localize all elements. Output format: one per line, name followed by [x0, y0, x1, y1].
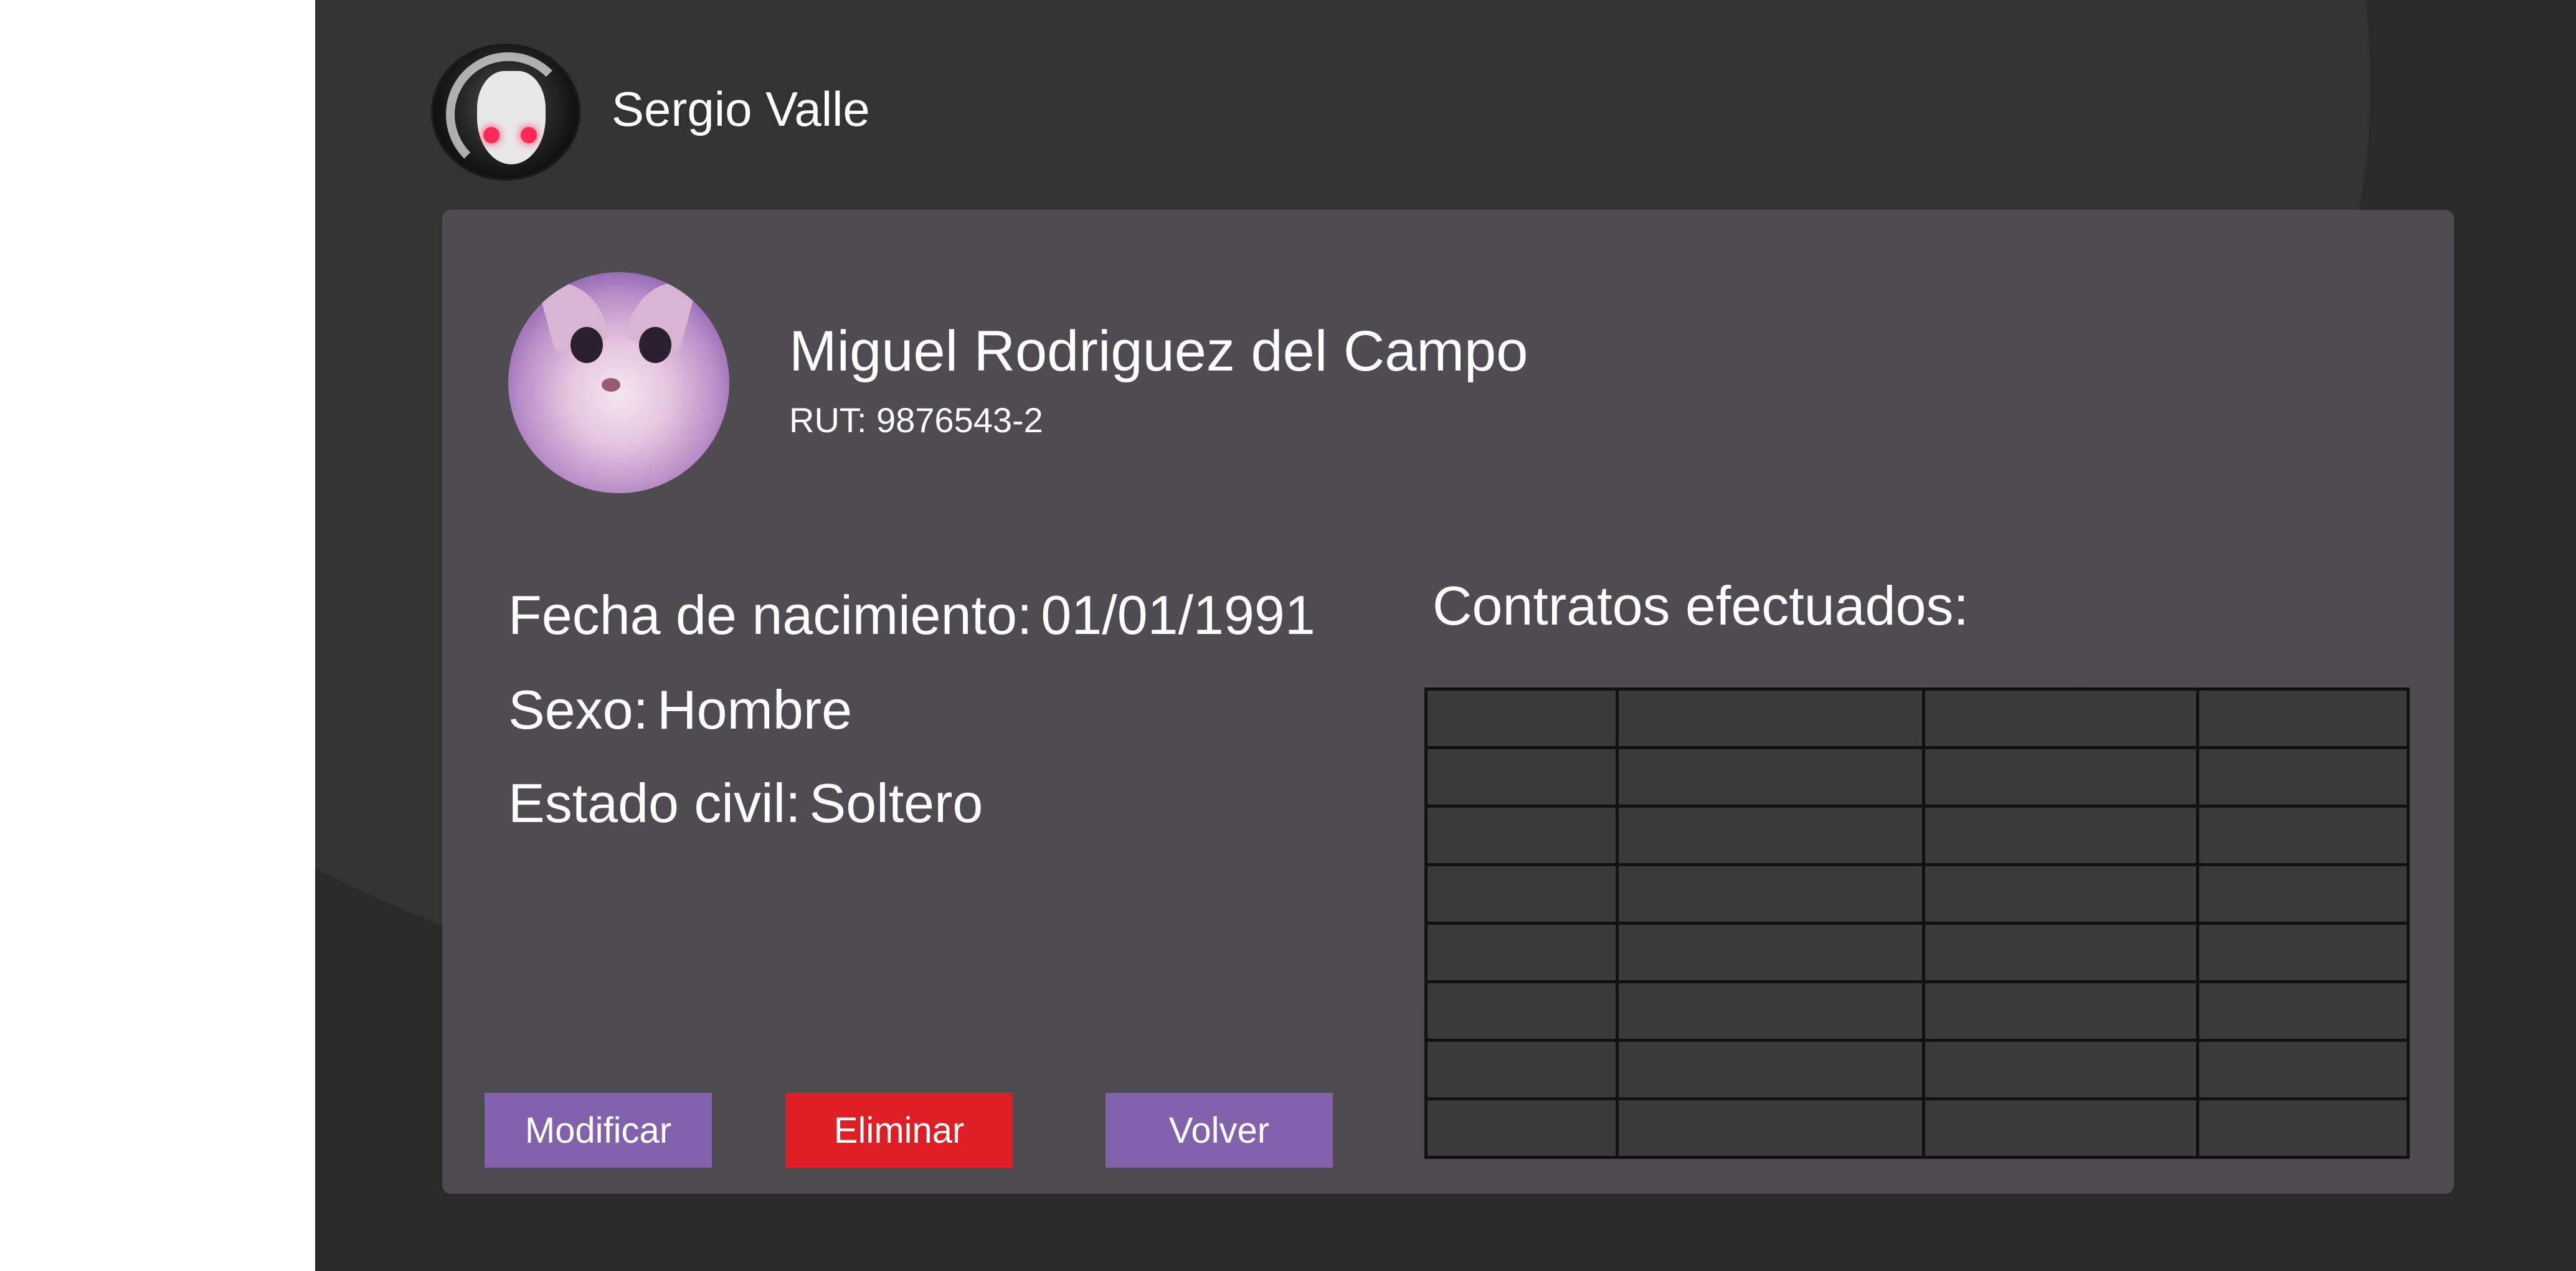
back-button[interactable]: Volver	[1106, 1093, 1333, 1168]
avatar-eye-right	[521, 127, 537, 143]
table-row[interactable]	[1424, 922, 2410, 983]
avatar-face-shape	[477, 71, 546, 164]
sex-value: Hombre	[657, 679, 853, 740]
contracts-title: Contratos efectuados:	[1432, 575, 1969, 636]
table-cell	[1922, 980, 2200, 1042]
table-cell	[1616, 805, 1926, 866]
current-user-name: Sergio Valle	[612, 82, 870, 136]
table-cell	[1922, 805, 2200, 866]
birthdate-value: 01/01/1991	[1041, 584, 1315, 646]
table-cell	[1616, 980, 1926, 1042]
table-cell	[2196, 1097, 2410, 1159]
civil-status-value: Soltero	[809, 772, 983, 834]
table-row[interactable]	[1424, 863, 2410, 925]
sex-label: Sexo:	[508, 679, 649, 740]
table-cell	[2196, 980, 2410, 1042]
contracts-table	[1424, 687, 2410, 1159]
table-row[interactable]	[1424, 805, 2410, 866]
avatar-eye-left	[483, 127, 500, 143]
avatar-eye-right	[639, 327, 671, 363]
table-cell	[1424, 1097, 1619, 1159]
table-cell	[1616, 863, 1926, 925]
table-cell	[1922, 922, 2200, 983]
table-cell	[1424, 805, 1619, 866]
table-cell	[1616, 922, 1926, 983]
table-cell	[2196, 922, 2410, 983]
civil-status-line: Estado civil: Soltero	[508, 772, 983, 835]
civil-status-label: Estado civil:	[508, 772, 801, 834]
current-user-avatar[interactable]	[431, 44, 580, 181]
table-cell	[1424, 1039, 1619, 1100]
table-cell	[1922, 863, 2200, 925]
table-cell	[1424, 863, 1619, 925]
table-cell	[1616, 1039, 1926, 1100]
table-cell	[1922, 687, 2200, 749]
table-cell	[2196, 746, 2410, 808]
table-cell	[2196, 805, 2410, 866]
avatar-eye-left	[571, 327, 603, 363]
table-cell	[2196, 1039, 2410, 1100]
table-cell	[1922, 746, 2200, 808]
app-window: Sergio Valle Miguel Rodriguez del Campo …	[315, 0, 2576, 1271]
table-cell	[1616, 687, 1926, 749]
profile-card: Miguel Rodriguez del Campo RUT: 9876543-…	[442, 210, 2454, 1194]
birthdate-line: Fecha de nacimiento: 01/01/1991	[508, 584, 1315, 647]
profile-avatar	[508, 272, 729, 493]
table-row[interactable]	[1424, 1039, 2410, 1100]
table-cell	[1424, 746, 1619, 808]
table-row[interactable]	[1424, 746, 2410, 808]
table-cell	[1922, 1097, 2200, 1159]
person-rut: RUT: 9876543-2	[789, 400, 1043, 440]
table-cell	[2196, 863, 2410, 925]
birthdate-label: Fecha de nacimiento:	[508, 584, 1033, 646]
delete-button[interactable]: Eliminar	[785, 1093, 1013, 1168]
table-cell	[1616, 746, 1926, 808]
avatar-nose	[602, 378, 620, 392]
table-cell	[2196, 687, 2410, 749]
table-cell	[1424, 687, 1619, 749]
table-cell	[1424, 922, 1619, 983]
table-cell	[1424, 980, 1619, 1042]
modify-button[interactable]: Modificar	[485, 1093, 712, 1168]
table-row[interactable]	[1424, 980, 2410, 1042]
table-cell	[1616, 1097, 1926, 1159]
table-row[interactable]	[1424, 1097, 2410, 1159]
person-name: Miguel Rodriguez del Campo	[789, 319, 1528, 383]
table-row[interactable]	[1424, 687, 2410, 749]
table-cell	[1922, 1039, 2200, 1100]
sex-line: Sexo: Hombre	[508, 678, 852, 742]
